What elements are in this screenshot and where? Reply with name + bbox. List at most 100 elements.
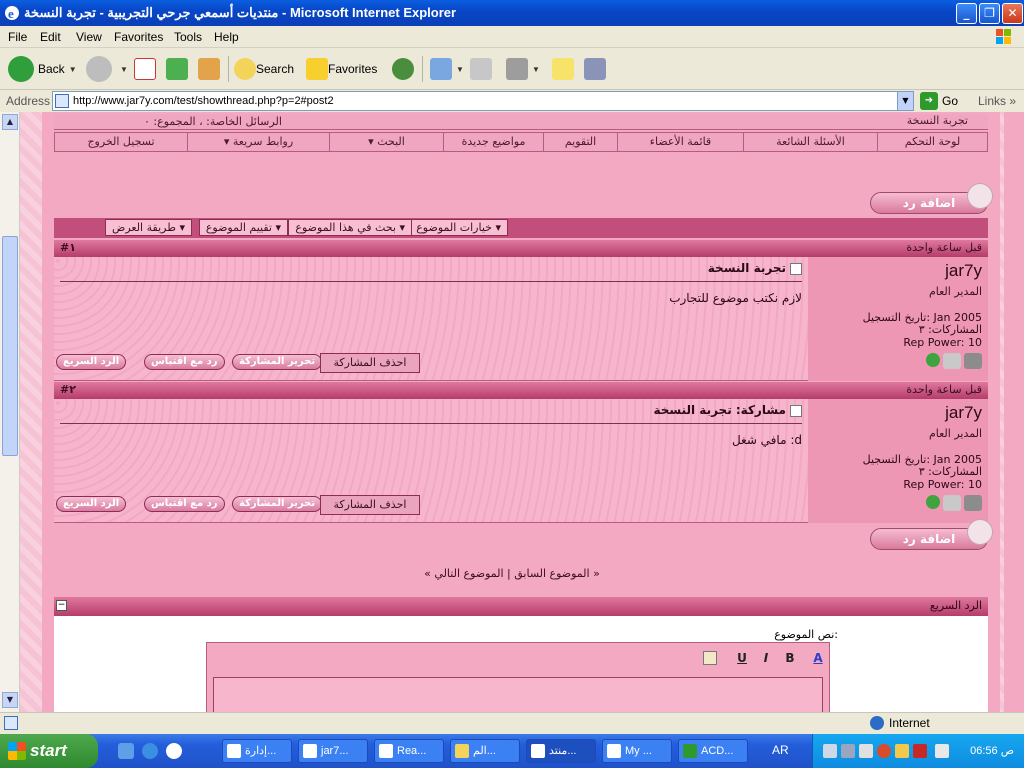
rate-thread-menu[interactable]: تقييم الموضوع ▾: [198, 219, 288, 236]
taskbar-item[interactable]: My ...: [602, 739, 672, 763]
collapse-icon[interactable]: −: [56, 600, 67, 611]
vertical-scrollbar[interactable]: ▲ ▼: [0, 112, 20, 712]
clock[interactable]: 06:56 ص: [970, 744, 1014, 757]
nav-control-panel[interactable]: لوحة التحكم: [877, 133, 987, 151]
reply-with-quote-button[interactable]: رد مع اقتباس: [144, 496, 225, 512]
thread-navigation[interactable]: « الموضوع السابق | الموضوع التالي »: [0, 567, 1024, 580]
reply-with-quote-button[interactable]: رد مع اقتباس: [144, 354, 225, 370]
private-messages-link[interactable]: الرسائل الخاصة: ، المجموع: ٠: [144, 115, 282, 128]
scroll-down-icon[interactable]: ▼: [2, 692, 18, 708]
start-button[interactable]: start: [0, 734, 98, 768]
computer-icon[interactable]: [964, 495, 982, 511]
thread-options-menu[interactable]: خيارات الموضوع ▾: [409, 219, 508, 236]
post-number[interactable]: #١: [60, 241, 76, 254]
search-button[interactable]: Search: [234, 54, 294, 84]
tray-pen-icon[interactable]: [895, 744, 909, 758]
nav-faq[interactable]: الأسئلة الشائعة: [743, 133, 877, 151]
add-reply-button-bottom[interactable]: اضافة رد: [870, 519, 993, 550]
edit-button[interactable]: ▼: [506, 54, 540, 84]
tray-network-icon[interactable]: [823, 744, 837, 758]
close-button[interactable]: ✕: [1002, 3, 1023, 24]
nav-search[interactable]: البحث ▾: [329, 133, 443, 151]
gear-icon[interactable]: [943, 495, 961, 511]
page-icon: [55, 94, 69, 108]
nav-quick-links[interactable]: روابط سريعة ▾: [187, 133, 329, 151]
task-label: منتد...: [549, 745, 577, 757]
post-number[interactable]: #٢: [60, 383, 76, 396]
delete-post-button[interactable]: احذف المشاركة: [320, 353, 420, 373]
refresh-button[interactable]: [166, 54, 188, 84]
display-mode-menu[interactable]: طريقة العرض ▾: [105, 219, 192, 236]
forward-button[interactable]: ▼: [86, 54, 128, 84]
post-username[interactable]: jar7y: [945, 261, 982, 281]
message-textarea[interactable]: [213, 677, 823, 712]
tray-monitor-icon[interactable]: [841, 744, 855, 758]
add-reply-button-top[interactable]: اضافة رد: [870, 183, 993, 214]
menu-file[interactable]: File: [8, 30, 27, 44]
taskbar-item[interactable]: إدارة...: [222, 739, 292, 763]
messenger-button[interactable]: [584, 54, 606, 84]
switch-mode-icon[interactable]: [703, 651, 717, 665]
links-button[interactable]: Links »: [978, 94, 1016, 108]
home-icon: [198, 58, 220, 80]
discuss-button[interactable]: [552, 54, 574, 84]
menu-help[interactable]: Help: [214, 30, 239, 44]
home-button[interactable]: [198, 54, 220, 84]
address-dropdown-icon[interactable]: ▼: [897, 92, 913, 110]
breadcrumb-thread-title[interactable]: تجربة النسخة: [907, 114, 968, 127]
svg-text:e: e: [8, 6, 14, 21]
favorites-button[interactable]: Favorites: [306, 54, 377, 84]
quick-reply-button[interactable]: الرد السريع: [56, 496, 127, 512]
delete-post-button[interactable]: احذف المشاركة: [320, 495, 420, 515]
tray-app-icon[interactable]: [859, 744, 873, 758]
quicklaunch-app-icon[interactable]: [166, 743, 182, 759]
tray-ati-icon[interactable]: [913, 744, 927, 758]
edit-post-button[interactable]: تحرير المشاركة: [232, 496, 323, 512]
menu-edit[interactable]: Edit: [40, 30, 61, 44]
favorites-label: Favorites: [328, 62, 378, 76]
history-button[interactable]: [392, 54, 414, 84]
mail-button[interactable]: ▼: [430, 54, 464, 84]
menu-favorites[interactable]: Favorites: [114, 30, 163, 44]
taskbar-item[interactable]: Rea...: [374, 739, 444, 763]
maximize-button[interactable]: ❐: [979, 3, 1000, 24]
gear-icon[interactable]: [943, 353, 961, 369]
nav-calendar[interactable]: التقويم: [543, 133, 617, 151]
nav-new-posts[interactable]: مواضيع جديدة: [443, 133, 543, 151]
back-button[interactable]: Back ▼: [8, 54, 77, 84]
tray-security-icon[interactable]: [877, 744, 891, 758]
nav-logout[interactable]: تسجيل الخروج: [55, 133, 187, 151]
remove-format-button[interactable]: A: [809, 651, 827, 667]
menu-tools[interactable]: Tools: [174, 30, 202, 44]
quick-reply-button[interactable]: الرد السريع: [56, 354, 127, 370]
post-body: لازم نكتب موضوع للتجارب: [669, 291, 802, 305]
bold-button[interactable]: B: [781, 651, 799, 667]
menu-view[interactable]: View: [76, 30, 102, 44]
taskbar-item[interactable]: ACD...: [678, 739, 748, 763]
go-button[interactable]: ➜ Go: [920, 92, 958, 110]
window-title: منتديات أسمعي جرحي التجريبية - تجربة الن…: [24, 5, 457, 20]
underline-button[interactable]: U: [733, 651, 751, 667]
ie-quicklaunch-icon[interactable]: [142, 743, 158, 759]
edit-post-button[interactable]: تحرير المشاركة: [232, 354, 323, 370]
stop-button[interactable]: [134, 54, 156, 84]
print-button[interactable]: [470, 54, 492, 84]
taskbar-item-active[interactable]: منتد...: [526, 739, 596, 763]
search-thread-menu[interactable]: بحث في هذا الموضوع ▾: [288, 219, 412, 236]
address-url[interactable]: http://www.jar7y.com/test/showthread.php…: [73, 95, 334, 107]
scroll-up-icon[interactable]: ▲: [2, 114, 18, 130]
nav-members[interactable]: قائمة الأعضاء: [617, 133, 743, 151]
tray-volume-icon[interactable]: [935, 744, 949, 758]
taskbar-item[interactable]: jar7...: [298, 739, 368, 763]
taskbar-item[interactable]: الم...: [450, 739, 520, 763]
post-time: قبل ساعة واحدة: [906, 383, 982, 396]
computer-icon[interactable]: [964, 353, 982, 369]
ie-icon: e: [4, 5, 20, 21]
language-indicator[interactable]: AR: [772, 743, 789, 757]
minimize-button[interactable]: _: [956, 3, 977, 24]
post-username[interactable]: jar7y: [945, 403, 982, 423]
show-desktop-icon[interactable]: [118, 743, 134, 759]
scrollbar-thumb[interactable]: [2, 236, 18, 456]
italic-button[interactable]: I: [757, 651, 775, 667]
address-input[interactable]: http://www.jar7y.com/test/showthread.php…: [52, 91, 914, 111]
